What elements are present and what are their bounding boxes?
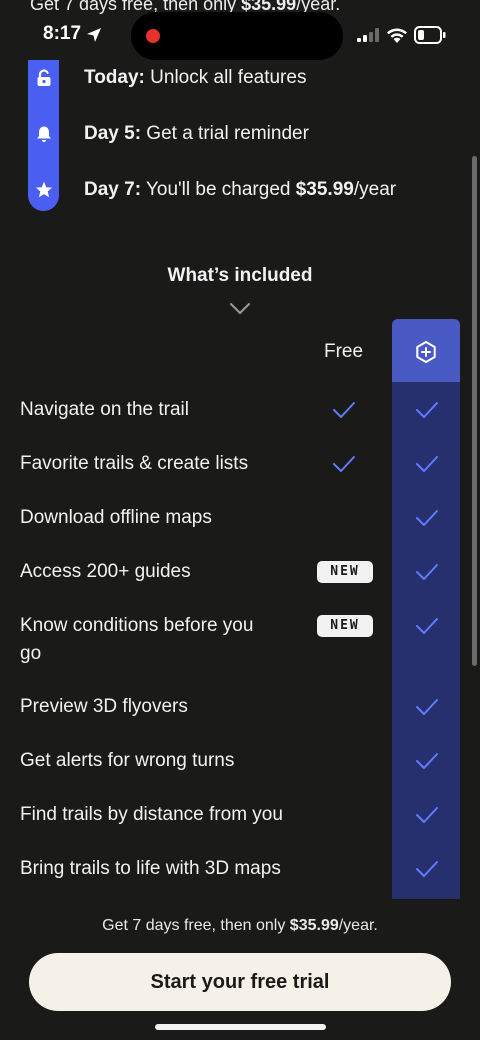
home-indicator[interactable] — [155, 1024, 326, 1030]
chevron-down-icon[interactable] — [229, 302, 251, 316]
premium-check-icon — [415, 455, 439, 473]
feature-label: Navigate on the trail — [20, 399, 189, 420]
footer-note-suffix: /year. — [338, 917, 378, 934]
premium-check-icon — [415, 617, 439, 635]
status-bar: 8:17 — [0, 0, 480, 64]
new-badge: NEW — [317, 615, 373, 637]
free-check-icon — [332, 455, 356, 473]
battery-icon — [414, 26, 446, 44]
premium-check-icon — [415, 401, 439, 419]
start-free-trial-button[interactable]: Start your free trial — [29, 953, 451, 1011]
plus-badge-icon — [416, 341, 436, 363]
footer-price-note: Get 7 days free, then only $35.99/year. — [0, 917, 480, 935]
footer-note-price: $35.99 — [289, 917, 339, 934]
timeline-text: Unlock all features — [144, 67, 307, 88]
timeline-text: Get a trial reminder — [141, 123, 309, 144]
feature-label: Know conditions before you go — [20, 615, 254, 664]
scrollbar[interactable] — [472, 156, 477, 666]
new-badge: NEW — [317, 561, 373, 583]
cellular-signal-icon — [357, 28, 379, 42]
timeline-day: Day 5: — [84, 123, 142, 144]
timeline-item-day-5: Day 5: Get a trial reminder — [84, 123, 309, 145]
bell-icon — [37, 126, 51, 142]
timeline-item-day-7: Day 7: You'll be charged $35.99/year — [84, 179, 396, 201]
free-check-icon — [332, 401, 356, 419]
timeline-day: Day 7: — [84, 179, 142, 200]
premium-check-icon — [415, 698, 439, 716]
premium-check-icon — [415, 509, 439, 527]
feature-label: Find trails by distance from you — [20, 804, 283, 825]
timeline-item-today: Today: Unlock all features — [84, 67, 306, 89]
section-title: What’s included — [167, 265, 313, 286]
status-time: 8:17 — [43, 23, 82, 44]
timeline-price-suffix: /year — [353, 179, 397, 200]
feature-label: Favorite trails & create lists — [20, 453, 249, 474]
timeline-day: Today: — [84, 67, 145, 88]
free-column-header: Free — [324, 341, 364, 362]
recording-dot-icon — [146, 29, 160, 43]
star-icon — [35, 181, 53, 198]
feature-label: Get alerts for wrong turns — [20, 750, 235, 771]
dynamic-island — [131, 12, 343, 60]
premium-check-icon — [415, 860, 439, 878]
premium-check-icon — [415, 563, 439, 581]
feature-label: Download offline maps — [20, 507, 212, 528]
feature-label: Access 200+ guides — [20, 561, 191, 582]
timeline-price: $35.99 — [295, 179, 354, 200]
wifi-icon — [387, 28, 407, 43]
unlock-icon — [37, 69, 51, 86]
premium-check-icon — [415, 752, 439, 770]
premium-check-icon — [415, 806, 439, 824]
timeline-text: You'll be charged — [141, 179, 296, 200]
feature-label: Preview 3D flyovers — [20, 696, 188, 717]
footer-note-prefix: Get 7 days free, then only — [102, 917, 290, 934]
location-arrow-icon — [87, 28, 101, 42]
feature-label: Bring trails to life with 3D maps — [20, 858, 281, 879]
